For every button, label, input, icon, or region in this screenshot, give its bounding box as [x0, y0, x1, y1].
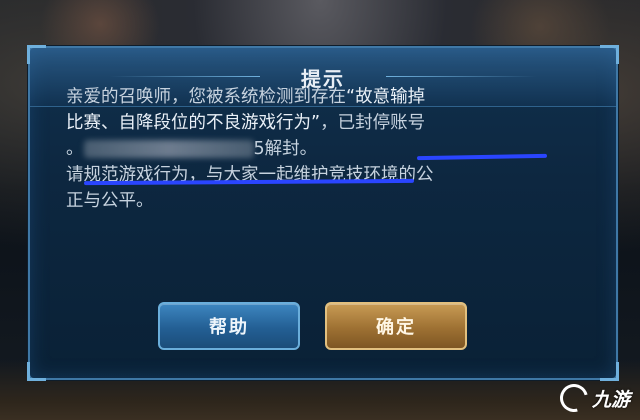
site-watermark: 九游	[554, 378, 630, 418]
message-line: 比赛、自降段位的不良游戏行为”，已封停账号	[66, 113, 426, 133]
dialog-corner-ornament	[27, 362, 46, 381]
message-highlight: 比赛、自降段位的不良游戏行为”	[66, 113, 321, 133]
dialog-message: 亲爱的召唤师，您被系统检测到存在“故意输掉 比赛、自降段位的不良游戏行为”，已封…	[66, 84, 536, 214]
confirm-button[interactable]: 确定	[325, 302, 467, 350]
message-line: 正与公平。	[66, 191, 154, 211]
message-highlight: “故意输掉	[346, 87, 426, 107]
help-button[interactable]: 帮助	[158, 302, 300, 350]
watermark-text: 九游	[591, 388, 630, 411]
redacted-date-blur	[83, 140, 254, 158]
dialog-corner-ornament	[600, 362, 619, 381]
message-line: 亲爱的召唤师，您被系统检测到存在“故意输掉	[66, 87, 426, 107]
watermark-logo-icon	[554, 378, 594, 418]
